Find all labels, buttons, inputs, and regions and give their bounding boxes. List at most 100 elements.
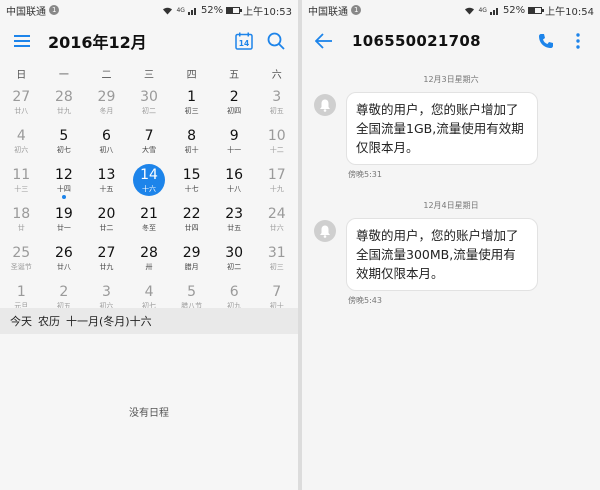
day-number: 3 (101, 284, 111, 300)
calendar-day[interactable]: 20 廿二 (85, 203, 128, 242)
day-number: 31 (267, 245, 286, 261)
calendar-day[interactable]: 30 初二 (128, 86, 171, 125)
day-number: 2 (59, 284, 69, 300)
day-number: 7 (144, 128, 154, 144)
message-bubble[interactable]: 尊敬的用户，您的账户增加了全国流量1GB,流量使用有效期仅限本月。 (346, 92, 538, 165)
battery-icon (528, 6, 545, 14)
calendar-day[interactable]: 11 十三 (0, 164, 43, 203)
lunar-day: 冬至 (142, 224, 157, 232)
day-number: 11 (12, 167, 31, 183)
battery-percent: 52% (502, 4, 526, 16)
calendar-day[interactable]: 31 初三 (255, 242, 298, 281)
calendar-day[interactable]: 27 廿八 (0, 86, 43, 125)
calendar-day[interactable]: 29 腊月 (170, 242, 213, 281)
calendar-week-row: 18 廿 19 廿一 20 廿二 21 冬至 22 廿四 23 廿五 24 廿六 (0, 203, 298, 242)
calendar-day[interactable]: 13 十五 (85, 164, 128, 203)
calendar-day[interactable]: 1 初三 (170, 86, 213, 125)
calendar-day[interactable]: 17 十九 (255, 164, 298, 203)
calendar-day[interactable]: 28 卅 (128, 242, 171, 281)
calendar-week-row: 27 廿八 28 廿九 29 冬月 30 初二 1 初三 2 初四 3 初五 (0, 86, 298, 125)
day-number: 30 (140, 89, 158, 105)
calendar-day[interactable]: 18 廿 (0, 203, 43, 242)
menu-icon[interactable] (10, 29, 34, 53)
calendar-day[interactable]: 27 廿九 (85, 242, 128, 281)
calendar-day[interactable]: 24 廿六 (255, 203, 298, 242)
wifi-icon (465, 7, 475, 14)
day-number: 5 (59, 128, 69, 144)
sim-badge: 1 (49, 5, 60, 15)
carrier-name: 中国联通 (308, 6, 348, 18)
wifi-icon (163, 7, 173, 14)
day-number: 12 (54, 167, 73, 183)
lunar-day: 廿八 (14, 107, 29, 115)
calendar-day[interactable]: 23 廿五 (213, 203, 256, 242)
lunar-day: 初二 (227, 263, 242, 271)
lunar-day: 廿六 (269, 224, 284, 232)
lunar-day: 腊月 (184, 263, 199, 271)
calendar-day[interactable]: 9 十一 (213, 125, 256, 164)
calendar-day[interactable]: 25 圣诞节 (0, 242, 43, 281)
more-options-icon[interactable] (566, 29, 590, 53)
lunar-day: 廿九 (56, 107, 71, 115)
lunar-day: 初十 (184, 146, 199, 154)
day-number: 21 (140, 206, 158, 222)
calendar-day[interactable]: 19 廿一 (43, 203, 86, 242)
date-separator: 12月4日星期日 (423, 201, 479, 210)
contact-avatar-icon[interactable] (314, 94, 336, 116)
battery-icon (226, 6, 243, 14)
calendar-day-selected[interactable]: 14 十六 (128, 164, 171, 203)
lunar-day: 初八 (99, 146, 114, 154)
month-title[interactable]: 2016年12月 (48, 29, 224, 53)
calendar-day[interactable]: 7 大雪 (128, 125, 171, 164)
back-arrow-icon[interactable] (312, 29, 336, 53)
day-number: 20 (97, 206, 116, 222)
today-bar: 今天 农历 十一月(冬月)十六 (0, 308, 298, 334)
lunar-day: 廿五 (227, 224, 242, 232)
calendar-day[interactable]: 30 初二 (213, 242, 256, 281)
day-number: 24 (267, 206, 286, 222)
weekday-label: 四 (186, 69, 197, 81)
message-bubble[interactable]: 尊敬的用户，您的账户增加了全国流量300MB,流量使用有效期仅限本月。 (346, 218, 538, 291)
clock: 上午10:54 (545, 6, 594, 18)
calendar-day[interactable]: 4 初六 (0, 125, 43, 164)
event-indicator-dot (61, 195, 66, 199)
calendar-day[interactable]: 22 廿四 (170, 203, 213, 242)
message-item: 尊敬的用户，您的账户增加了全国流量300MB,流量使用有效期仅限本月。 傍晚5:4… (314, 218, 590, 306)
calendar-day[interactable]: 29 冬月 (85, 86, 128, 125)
phone-call-icon[interactable] (534, 29, 558, 53)
calendar-day[interactable]: 26 廿八 (43, 242, 86, 281)
calendar-day[interactable]: 5 初七 (43, 125, 86, 164)
day-number: 23 (225, 206, 244, 222)
calendar-day[interactable]: 12 十四 (43, 164, 86, 203)
day-number: 27 (12, 89, 31, 105)
calendar-app-bar: 2016年12月 14 (0, 20, 298, 62)
calendar-day[interactable]: 16 十八 (213, 164, 256, 203)
day-number: 15 (182, 167, 201, 183)
lunar-day: 廿 (17, 224, 25, 232)
today-calendar-icon[interactable]: 14 (232, 29, 256, 53)
calendar-day[interactable]: 3 初五 (255, 86, 298, 125)
lunar-day: 廿四 (184, 224, 199, 232)
day-number: 10 (267, 128, 286, 144)
calendar-day[interactable]: 6 初八 (85, 125, 128, 164)
search-icon[interactable] (264, 29, 288, 53)
calendar-day[interactable]: 10 十二 (255, 125, 298, 164)
day-number: 18 (12, 206, 31, 222)
calendar-day[interactable]: 2 初四 (213, 86, 256, 125)
today-label: 今天 (10, 315, 32, 328)
message-list: 12月3日星期六 尊敬的用户，您的账户增加了全国流量1GB,流量使用有效期仅限本月… (302, 74, 600, 306)
calendar-day[interactable]: 21 冬至 (128, 203, 171, 242)
calendar-day[interactable]: 15 十七 (170, 164, 213, 203)
calendar-day[interactable]: 8 初十 (170, 125, 213, 164)
lunar-day: 十五 (99, 185, 114, 193)
contact-avatar-icon[interactable] (314, 220, 336, 242)
calendar-day[interactable]: 28 廿九 (43, 86, 86, 125)
weekday-label: 日 (16, 69, 27, 81)
weekday-label: 二 (101, 69, 112, 81)
calendar-week-row: 11 十三 12 十四 13 十五 14 十六 15 十七 16 十八 17 十九 (0, 164, 298, 203)
lunar-day: 初五 (269, 107, 284, 115)
day-number: 28 (54, 89, 73, 105)
message-time: 傍晚5:31 (348, 170, 382, 179)
lunar-day: 初四 (227, 107, 242, 115)
lunar-day: 初三 (184, 107, 199, 115)
